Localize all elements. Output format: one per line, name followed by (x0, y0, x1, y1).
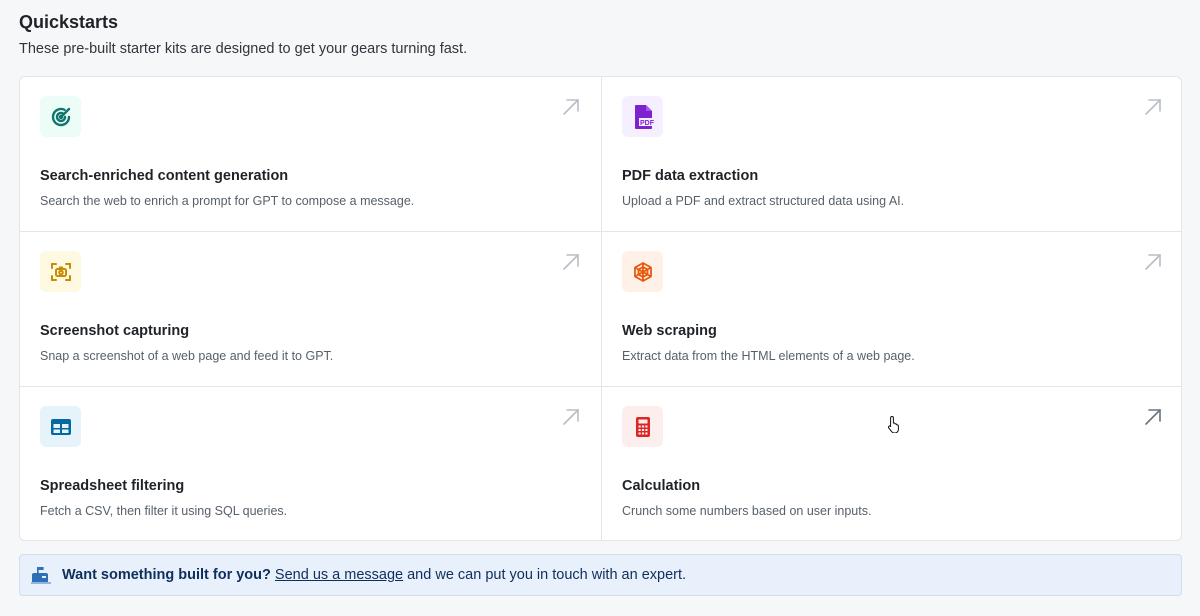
card-description: Crunch some numbers based on user inputs… (622, 504, 872, 518)
card-description: Snap a screenshot of a web page and feed… (40, 349, 334, 363)
quickstarts-grid: Search-enriched content generation Searc… (19, 76, 1182, 541)
search-target-icon (40, 96, 81, 137)
card-description: Extract data from the HTML elements of a… (622, 349, 915, 363)
external-arrow-icon[interactable] (562, 408, 580, 426)
card-title: Spreadsheet filtering (40, 478, 185, 494)
spider-web-icon (622, 251, 663, 292)
calculator-icon (622, 406, 663, 447)
external-arrow-icon[interactable] (1144, 98, 1162, 116)
card-title: Calculation (622, 478, 701, 494)
quickstart-card-web-scraping[interactable]: Web scraping Extract data from the HTML … (602, 232, 1181, 387)
quickstart-card-calculation[interactable]: Calculation Crunch some numbers based on… (602, 387, 1181, 540)
pdf-file-icon: PDF (622, 96, 663, 137)
send-message-link[interactable]: Send us a message (275, 567, 403, 583)
pointer-cursor-icon (887, 415, 899, 433)
banner-text: Want something built for you? Send us a … (62, 566, 686, 584)
card-title: Search-enriched content generation (40, 168, 289, 184)
card-description: Search the web to enrich a prompt for GP… (40, 194, 415, 208)
card-title: PDF data extraction (622, 168, 759, 184)
quickstart-card-search-enriched-content[interactable]: Search-enriched content generation Searc… (20, 77, 602, 232)
banner-heading: Want something built for you? (62, 567, 271, 583)
card-title: Screenshot capturing (40, 323, 190, 339)
external-arrow-icon[interactable] (1144, 253, 1162, 271)
card-description: Fetch a CSV, then filter it using SQL qu… (40, 504, 288, 518)
table-icon (40, 406, 81, 447)
page-title: Quickstarts (19, 12, 119, 32)
svg-text:PDF: PDF (640, 120, 655, 127)
external-arrow-icon[interactable] (562, 98, 580, 116)
banner-rest-text: and we can put you in touch with an expe… (403, 567, 687, 583)
card-title: Web scraping (622, 323, 717, 339)
contact-banner: Want something built for you? Send us a … (19, 554, 1182, 596)
screenshot-camera-icon (40, 251, 81, 292)
mailbox-icon (31, 567, 51, 584)
card-description: Upload a PDF and extract structured data… (622, 194, 905, 208)
quickstart-card-spreadsheet-filtering[interactable]: Spreadsheet filtering Fetch a CSV, then … (20, 387, 602, 540)
quickstart-card-screenshot-capturing[interactable]: Screenshot capturing Snap a screenshot o… (20, 232, 602, 387)
external-arrow-icon[interactable] (1144, 408, 1162, 426)
page-subtitle: These pre-built starter kits are designe… (19, 41, 468, 57)
quickstart-card-pdf-data-extraction[interactable]: PDF PDF data extraction Upload a PDF and… (602, 77, 1181, 232)
external-arrow-icon[interactable] (562, 253, 580, 271)
